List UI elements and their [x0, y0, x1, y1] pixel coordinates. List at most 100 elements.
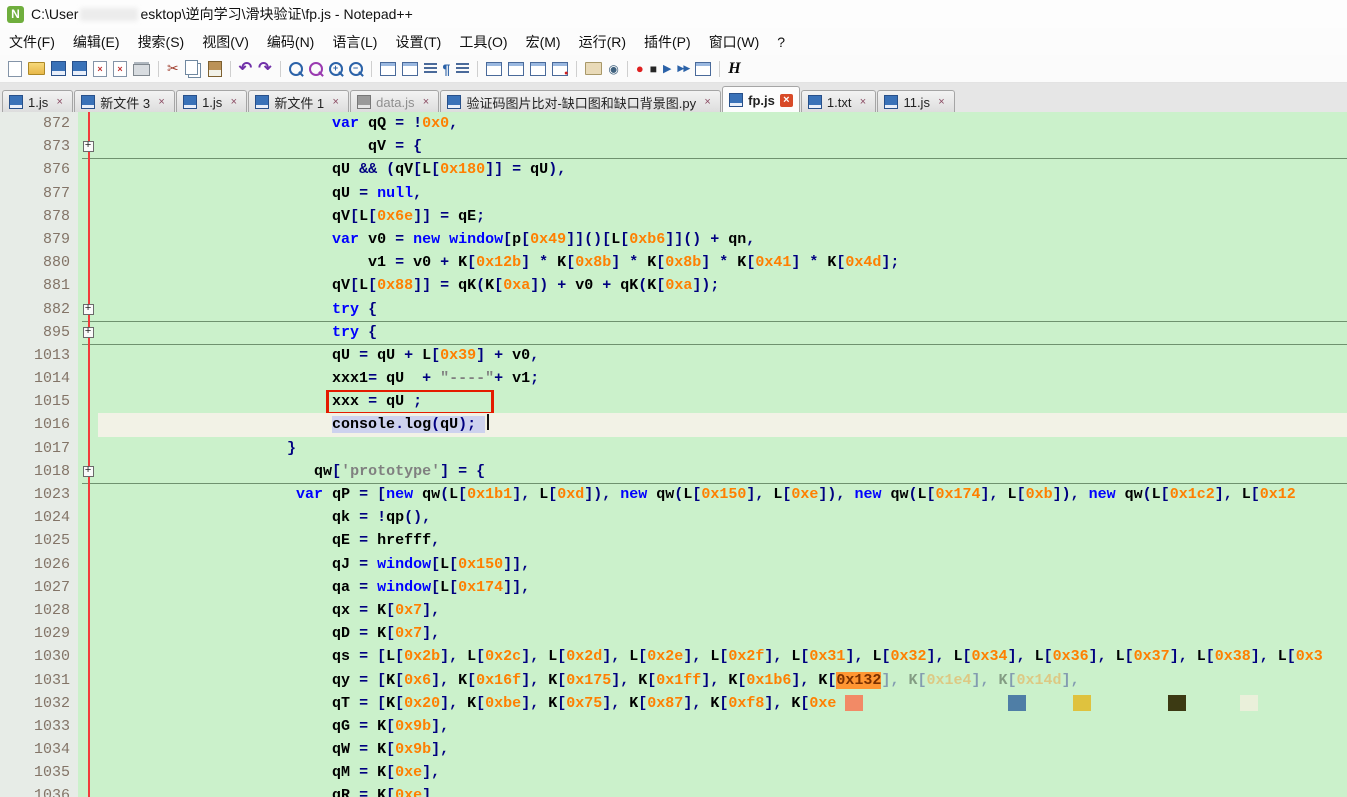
menu-macro[interactable]: 宏(M) [517, 28, 570, 56]
sync-vertical-scrolling-icon[interactable] [380, 62, 396, 76]
menu-window[interactable]: 窗口(W) [700, 28, 769, 56]
tab-2[interactable]: 新文件 3× [74, 90, 175, 113]
tab-3[interactable]: 1.js× [176, 90, 247, 113]
menu-plugins[interactable]: 插件(P) [635, 28, 700, 56]
code-line[interactable]: qy = [K[0x6], K[0x16f], K[0x175], K[0x1f… [98, 669, 1347, 692]
code-line[interactable]: qk = !qp(), [98, 506, 1347, 529]
cut-icon[interactable]: ✂ [167, 60, 179, 77]
function-list-icon[interactable] [530, 62, 546, 76]
code-line[interactable]: } [98, 437, 1347, 460]
copy-icon[interactable] [185, 60, 198, 75]
code-line[interactable]: xxx1= qU + "----"+ v1; [98, 367, 1347, 390]
plugin-hex-editor-icon[interactable]: H [728, 60, 740, 78]
indent-guide-icon[interactable] [456, 63, 469, 74]
code-line[interactable]: qx = K[0x7], [98, 599, 1347, 622]
tab-close-icon[interactable]: × [155, 96, 168, 109]
fold-collapsed-icon[interactable]: + [83, 304, 94, 315]
paste-icon[interactable] [208, 61, 222, 77]
new-file-icon[interactable] [8, 61, 22, 77]
code-line[interactable]: qR = K[0xe] [98, 784, 1347, 797]
close-all-icon[interactable]: × [113, 61, 127, 77]
menu-view[interactable]: 视图(V) [193, 28, 258, 56]
menu-edit[interactable]: 编辑(E) [64, 28, 129, 56]
code-line[interactable]: qJ = window[L[0x150]], [98, 553, 1347, 576]
code-line[interactable]: qU = qU + L[0x39] + v0, [98, 344, 1347, 367]
tab-6[interactable]: 验证码图片比对-缺口图和缺口背景图.py× [440, 90, 721, 113]
save-all-icon[interactable] [72, 61, 87, 76]
tab-close-icon[interactable]: × [329, 96, 342, 109]
find-icon[interactable] [289, 62, 303, 76]
title-bar[interactable]: N C:\Useresktop\逆向学习\滑块验证\fp.js - Notepa… [0, 0, 1347, 28]
record-macro-icon[interactable]: ● [636, 61, 644, 76]
code-line[interactable]: console.log(qU); [98, 413, 1347, 436]
stop-recording-icon[interactable]: ■ [650, 62, 657, 76]
code-line[interactable]: xxx = qU ; [98, 390, 1347, 413]
document-map-icon[interactable] [486, 62, 502, 76]
save-file-icon[interactable] [51, 61, 66, 76]
playback-macro-icon[interactable]: ▶ [663, 62, 671, 75]
code-line[interactable]: qU = null, [98, 182, 1347, 205]
redo-icon[interactable]: ↷ [258, 62, 271, 76]
tab-4[interactable]: 新文件 1× [248, 90, 349, 113]
tab-7[interactable]: fp.js× [722, 86, 800, 113]
tab-close-icon[interactable]: × [935, 96, 948, 109]
project-panel-icon[interactable] [585, 62, 602, 75]
code-line[interactable]: var qP = [new qw(L[0x1b1], L[0xd]), new … [98, 483, 1347, 506]
code-line[interactable]: qV[L[0x88]] = qK(K[0xa]) + v0 + qK(K[0xa… [98, 274, 1347, 297]
zoom-in-icon[interactable]: + [329, 62, 343, 76]
close-file-icon[interactable]: × [93, 61, 107, 77]
show-all-characters-icon[interactable]: ¶ [443, 61, 451, 77]
tab-8[interactable]: 1.txt× [801, 90, 877, 113]
tab-close-icon[interactable]: × [419, 96, 432, 109]
menu-settings[interactable]: 设置(T) [386, 28, 450, 56]
replace-icon[interactable] [309, 62, 323, 76]
tab-close-icon[interactable]: × [227, 96, 240, 109]
word-wrap-icon[interactable] [424, 63, 437, 74]
code-line[interactable]: qU && (qV[L[0x180]] = qU), [98, 158, 1347, 181]
code-line[interactable]: qw['prototype'] = { [98, 460, 1347, 483]
code-line[interactable]: qM = K[0xe], [98, 761, 1347, 784]
code-line[interactable]: v1 = v0 + K[0x12b] * K[0x8b] * K[0x8b] *… [98, 251, 1347, 274]
print-icon[interactable] [133, 64, 150, 76]
editor[interactable]: 872 var qQ = !0x0,873+ qV = {876 qU && (… [0, 112, 1347, 797]
code-line[interactable]: var qQ = !0x0, [98, 112, 1347, 135]
tab-1[interactable]: 1.js× [2, 90, 73, 113]
code-line[interactable]: qV = { [98, 135, 1347, 158]
fold-collapsed-icon[interactable]: + [83, 466, 94, 477]
zoom-out-icon[interactable]: − [349, 62, 363, 76]
tab-close-icon[interactable]: × [53, 96, 66, 109]
menu-help[interactable]: ? [768, 30, 794, 54]
menu-run[interactable]: 运行(R) [570, 28, 635, 56]
code-line[interactable]: qD = K[0x7], [98, 622, 1347, 645]
run-macro-multiple-times-icon[interactable]: ▶▶ [677, 63, 689, 74]
code-line[interactable]: qG = K[0x9b], [98, 715, 1347, 738]
tab-close-icon[interactable]: × [856, 96, 869, 109]
document-list-icon[interactable] [508, 62, 524, 76]
code-line[interactable]: try { [98, 298, 1347, 321]
fold-collapsed-icon[interactable]: + [83, 141, 94, 152]
menu-search[interactable]: 搜索(S) [129, 28, 194, 56]
code-line[interactable]: qs = [L[0x2b], L[0x2c], L[0x2d], L[0x2e]… [98, 645, 1347, 668]
menu-file[interactable]: 文件(F) [0, 28, 64, 56]
menu-language[interactable]: 语言(L) [323, 28, 386, 56]
menu-encoding[interactable]: 编码(N) [258, 28, 323, 56]
tab-5[interactable]: data.js× [350, 90, 439, 113]
tab-close-icon[interactable]: × [701, 96, 714, 109]
code-line[interactable]: try { [98, 321, 1347, 344]
fold-collapsed-icon[interactable]: + [83, 327, 94, 338]
open-file-icon[interactable] [28, 62, 45, 75]
menu-tools[interactable]: 工具(O) [450, 28, 516, 56]
tab-9[interactable]: 11.js× [877, 90, 955, 113]
code-line[interactable]: qT = [K[0x20], K[0xbe], K[0x75], K[0x87]… [98, 692, 1347, 715]
undo-icon[interactable]: ↶ [239, 62, 252, 76]
monitoring-icon[interactable] [552, 62, 568, 76]
save-recorded-macro-icon[interactable] [695, 62, 711, 76]
code-line[interactable]: qa = window[L[0x174]], [98, 576, 1347, 599]
preview-icon[interactable]: ◉ [608, 62, 618, 76]
tab-close-icon[interactable]: × [780, 94, 793, 107]
code-line[interactable]: qV[L[0x6e]] = qE; [98, 205, 1347, 228]
sync-horizontal-scrolling-icon[interactable] [402, 62, 418, 76]
code-line[interactable]: qW = K[0x9b], [98, 738, 1347, 761]
code-line[interactable]: var v0 = new window[p[0x49]]()[L[0xb6]](… [98, 228, 1347, 251]
code-line[interactable]: qE = hrefff, [98, 529, 1347, 552]
